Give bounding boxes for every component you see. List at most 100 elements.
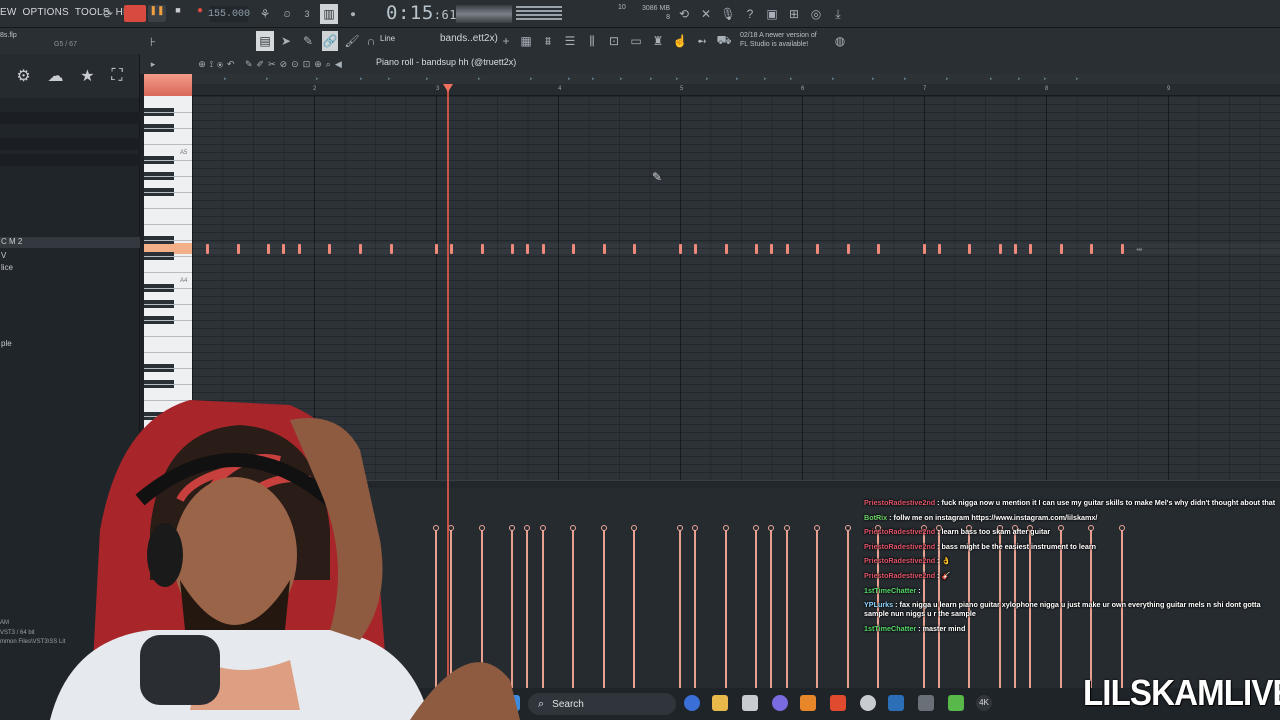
- file-icon[interactable]: ▭: [628, 31, 644, 51]
- velocity-bar[interactable]: [526, 530, 528, 688]
- plugin-picker-icon[interactable]: ♜: [650, 31, 666, 51]
- velocity-bar[interactable]: [755, 530, 757, 688]
- settings-icon[interactable]: [860, 695, 876, 711]
- play-button[interactable]: ❚❚: [148, 5, 166, 22]
- velocity-handle[interactable]: [784, 525, 790, 531]
- browser-item[interactable]: ple: [0, 339, 140, 350]
- 4k-app-icon[interactable]: 4K: [976, 695, 992, 711]
- marker-icon[interactable]: ▸: [676, 76, 679, 82]
- tag-icon[interactable]: ➻: [694, 31, 710, 51]
- volume-meter[interactable]: [516, 6, 562, 20]
- marker-icon[interactable]: ▸: [568, 76, 571, 82]
- pattern-end-marker[interactable]: ⇹: [1136, 245, 1143, 254]
- browser-item[interactable]: V: [0, 251, 140, 262]
- velocity-bar[interactable]: [633, 530, 635, 688]
- app-icon[interactable]: [918, 695, 934, 711]
- mic-icon[interactable]: 🎙: [720, 4, 736, 24]
- record-button[interactable]: ●: [192, 5, 208, 22]
- file-explorer-icon[interactable]: [712, 695, 728, 711]
- step-edit-icon[interactable]: ⏺: [344, 4, 362, 24]
- marker-icon[interactable]: ▸: [316, 76, 319, 82]
- save-icon[interactable]: ▣: [764, 4, 780, 24]
- metronome-icon[interactable]: ⚘: [256, 4, 274, 24]
- mixer-icon[interactable]: ⫼: [584, 31, 600, 51]
- note[interactable]: [923, 244, 926, 254]
- menu-view[interactable]: EW: [0, 7, 17, 18]
- marker-icon[interactable]: ▸: [1044, 76, 1047, 82]
- wait-icon[interactable]: ⏲: [278, 4, 296, 24]
- velocity-handle[interactable]: [814, 525, 820, 531]
- marker-icon[interactable]: ▸: [592, 76, 595, 82]
- globe-icon[interactable]: ◍: [832, 31, 848, 51]
- velocity-bar[interactable]: [694, 530, 696, 688]
- note[interactable]: [694, 244, 697, 254]
- velocity-handle[interactable]: [540, 525, 546, 531]
- velocity-handle[interactable]: [601, 525, 607, 531]
- note[interactable]: [1014, 244, 1017, 254]
- velocity-bar[interactable]: [770, 530, 772, 688]
- add-pattern-icon[interactable]: +: [500, 31, 512, 51]
- steam-icon[interactable]: [888, 695, 904, 711]
- refresh-icon[interactable]: ⟳: [98, 4, 118, 24]
- cloud-icon[interactable]: ☁: [47, 66, 63, 86]
- velocity-bar[interactable]: [786, 530, 788, 688]
- note[interactable]: [572, 244, 575, 254]
- pattern-selector[interactable]: bands..ett2x): [440, 33, 498, 44]
- note[interactable]: [770, 244, 773, 254]
- stop-button[interactable]: ■: [170, 5, 186, 22]
- chat-icon[interactable]: ◎: [808, 4, 824, 24]
- undo-history-icon[interactable]: ⟲: [676, 4, 692, 24]
- cart-icon[interactable]: ⛟: [716, 31, 732, 51]
- marker-icon[interactable]: ▸: [832, 76, 835, 82]
- star-icon[interactable]: ★: [80, 66, 94, 86]
- marker-icon[interactable]: ▸: [266, 76, 269, 82]
- marker-icon[interactable]: ▸: [706, 76, 709, 82]
- velocity-bar[interactable]: [572, 530, 574, 688]
- note[interactable]: [450, 244, 453, 254]
- plugin-icon[interactable]: ⊞: [786, 4, 802, 24]
- copilot-icon[interactable]: [684, 695, 700, 711]
- playhead-marker[interactable]: [443, 84, 453, 92]
- note[interactable]: [786, 244, 789, 254]
- note[interactable]: [328, 244, 331, 254]
- marker-icon[interactable]: ▸: [990, 76, 993, 82]
- velocity-handle[interactable]: [570, 525, 576, 531]
- help-icon[interactable]: ?: [742, 4, 758, 24]
- news-panel[interactable]: 02/18 A newer version of FL Studio is ava…: [740, 31, 840, 49]
- note[interactable]: [755, 244, 758, 254]
- menu-options[interactable]: OPTIONS: [23, 7, 69, 18]
- touch-icon[interactable]: ☝: [672, 31, 688, 51]
- piano-roll-icon[interactable]: ☰: [562, 31, 578, 51]
- channel-rack-icon[interactable]: ⩩: [540, 31, 556, 51]
- note[interactable]: [877, 244, 880, 254]
- marker-icon[interactable]: ▸: [478, 76, 481, 82]
- marker-icon[interactable]: ▸: [426, 76, 429, 82]
- marker-icon[interactable]: ▸: [736, 76, 739, 82]
- note[interactable]: [603, 244, 606, 254]
- marker-icon[interactable]: ▸: [1076, 76, 1079, 82]
- note[interactable]: [1029, 244, 1032, 254]
- note[interactable]: [1090, 244, 1093, 254]
- note[interactable]: [816, 244, 819, 254]
- browser-options-icon[interactable]: ⚙: [16, 66, 30, 86]
- discord-icon[interactable]: [772, 695, 788, 711]
- velocity-bar[interactable]: [603, 530, 605, 688]
- pat-song-toggle[interactable]: [124, 5, 146, 22]
- arrow-icon[interactable]: ➤: [278, 31, 294, 51]
- browser-item[interactable]: C M 2: [0, 237, 140, 248]
- link-icon[interactable]: 🔗: [322, 31, 338, 51]
- velocity-bar[interactable]: [542, 530, 544, 688]
- note[interactable]: [633, 244, 636, 254]
- marker-icon[interactable]: ▸: [620, 76, 623, 82]
- playlist-icon[interactable]: ▦: [518, 31, 534, 51]
- velocity-handle[interactable]: [677, 525, 683, 531]
- piano-roll-tool-icon[interactable]: ▤: [256, 31, 274, 51]
- pencil-icon[interactable]: ✎: [300, 31, 316, 51]
- note[interactable]: [1121, 244, 1124, 254]
- marker-icon[interactable]: ▸: [1018, 76, 1021, 82]
- note[interactable]: [542, 244, 545, 254]
- note[interactable]: [847, 244, 850, 254]
- note[interactable]: [679, 244, 682, 254]
- marker-icon[interactable]: ▸: [790, 76, 793, 82]
- note[interactable]: [511, 244, 514, 254]
